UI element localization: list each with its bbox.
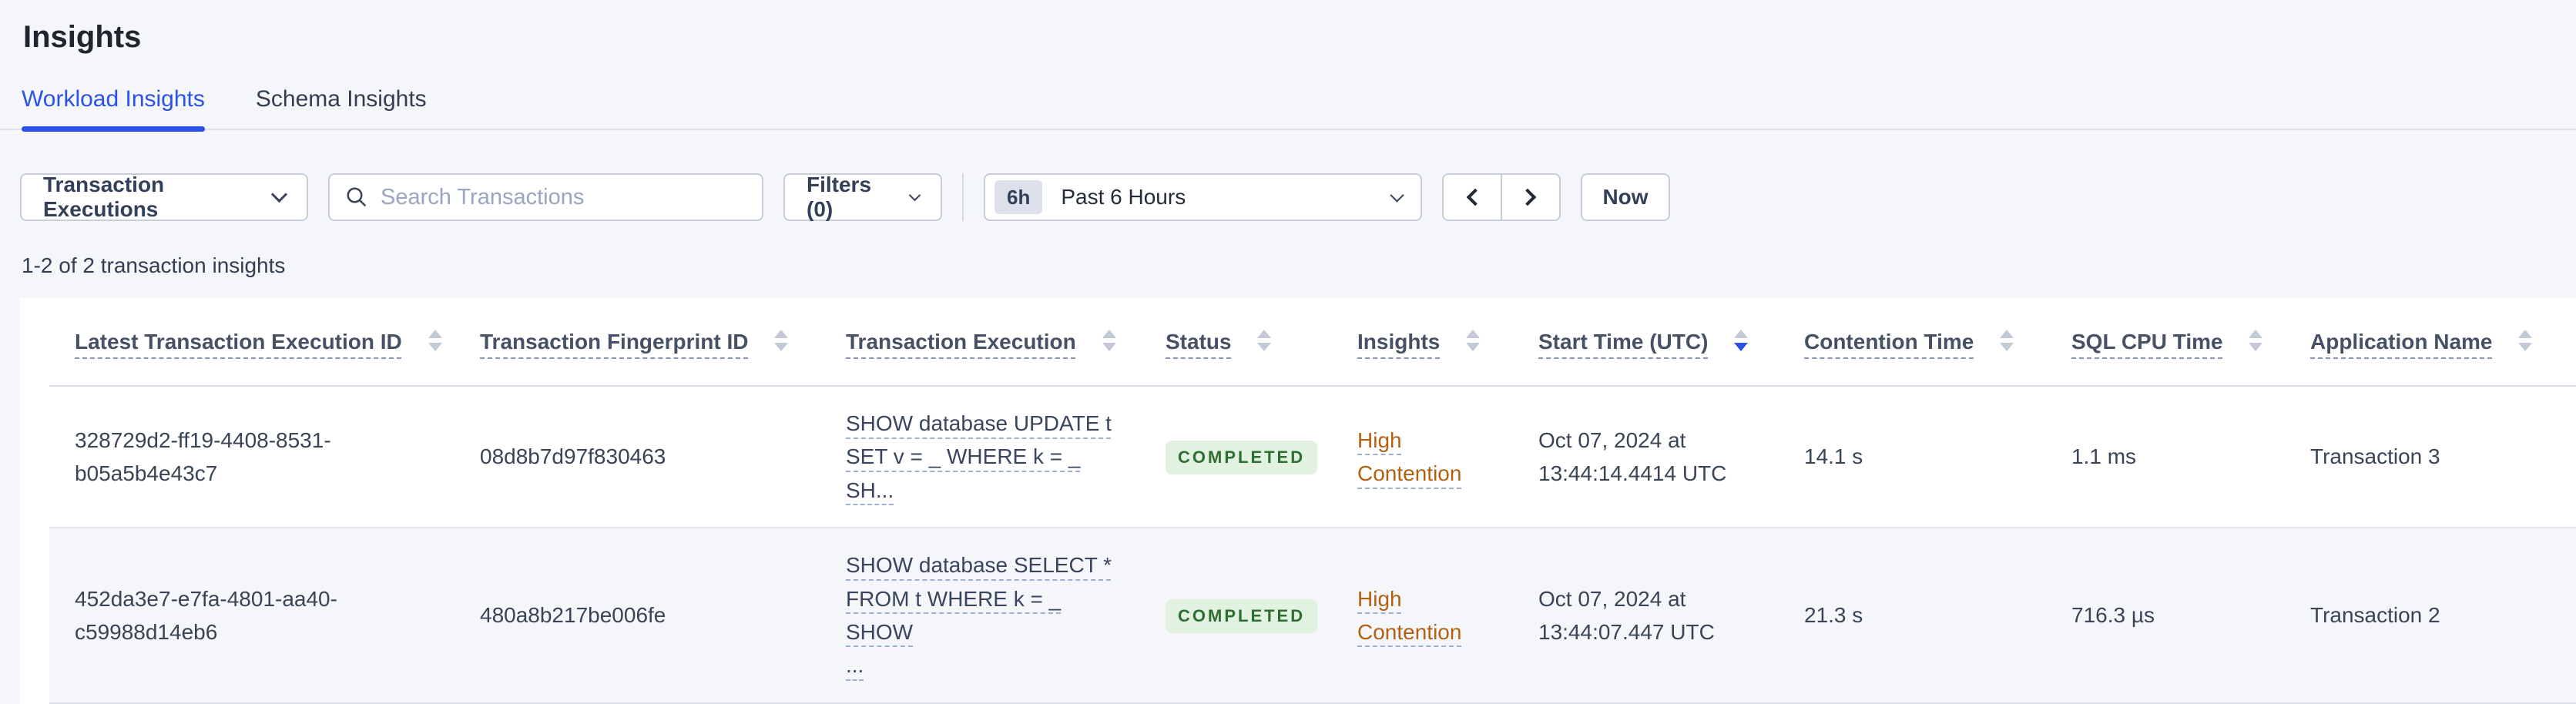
column-header-latest-execution-id[interactable]: Latest Transaction Execution ID [49,298,454,386]
fingerprint-id-cell: 480a8b217be006fe [480,603,666,628]
filters-button[interactable]: Filters (0) [783,173,942,221]
execution-statement-link[interactable]: SHOW database SELECT * FROM t WHERE k = … [846,553,1112,677]
start-time-cell: Oct 07, 2024 at 13:44:07.447 UTC [1538,586,1715,644]
sort-icon[interactable] [1734,330,1749,352]
time-pager [1442,173,1561,221]
sort-icon[interactable] [774,330,789,352]
time-range-badge: 6h [995,179,1043,215]
search-box[interactable] [328,173,763,221]
tab-bar: Workload Insights Schema Insights [0,86,2576,132]
execution-statement-link[interactable]: SHOW database UPDATE t SET v = _ WHERE k… [846,411,1112,502]
sort-icon[interactable] [1102,330,1116,352]
chevron-left-icon [1466,188,1484,206]
status-cell: COMPLETED [1140,386,1332,528]
insight-link[interactable]: High Contention [1357,428,1461,485]
chevron-down-icon [1390,187,1404,203]
column-header-sql-cpu-time[interactable]: SQL CPU Time [2046,298,2285,386]
tab-label: Schema Insights [255,86,427,112]
insights-page: Insights Workload Insights Schema Insigh… [0,18,2576,704]
chevron-down-icon [270,186,288,203]
sort-icon[interactable] [2249,330,2263,352]
sort-icon[interactable] [428,330,442,352]
search-input[interactable] [381,184,746,210]
column-header-status[interactable]: Status [1140,298,1332,386]
execution-id-cell: 452da3e7-e7fa-4801-aa40- c59988d14eb6 [75,586,337,644]
now-label: Now [1602,185,1649,209]
time-prev-button[interactable] [1442,173,1502,221]
execution-statement-cell: SHOW database SELECT * FROM t WHERE k = … [820,528,1140,703]
column-header-contention-time[interactable]: Contention Time [1779,298,2046,386]
results-summary: 1-2 of 2 transaction insights [22,253,286,277]
now-button[interactable]: Now [1581,173,1670,221]
application-name-cell: Transaction 3 [2310,444,2440,469]
toolbar: Transaction Executions Filters (0) 6h Pa… [20,173,2576,221]
status-badge: COMPLETED [1166,440,1318,475]
status-badge: COMPLETED [1166,598,1318,634]
column-header-insights[interactable]: Insights [1332,298,1513,386]
sql-cpu-time-cell: 716.3 µs [2071,603,2155,628]
search-icon [347,187,367,207]
time-range-picker[interactable]: 6h Past 6 Hours [984,173,1422,221]
contention-time-cell: 21.3 s [1804,603,1863,628]
sort-icon[interactable] [2000,330,2014,352]
insights-table-card: Latest Transaction Execution ID Transact… [20,298,2576,704]
execution-type-dropdown[interactable]: Transaction Executions [20,173,308,221]
sql-cpu-time-cell: 1.1 ms [2071,444,2137,469]
chevron-down-icon [908,189,921,202]
time-next-button[interactable] [1501,173,1561,221]
table-header-row: Latest Transaction Execution ID Transact… [49,298,2576,386]
tab-workload-insights[interactable]: Workload Insights [22,86,205,132]
execution-type-label: Transaction Executions [43,173,165,221]
toolbar-divider [962,173,964,221]
fingerprint-id-cell: 08d8b7d97f830463 [480,444,666,469]
time-range-label: Past 6 Hours [1061,185,1186,209]
execution-id-cell: 328729d2-ff19-4408-8531- b05a5b4e43c7 [75,427,331,486]
column-header-transaction-execution[interactable]: Transaction Execution [820,298,1140,386]
application-name-cell: Transaction 2 [2310,603,2440,628]
sort-icon[interactable] [2518,330,2533,352]
page-title: Insights [23,20,142,54]
contention-time-cell: 14.1 s [1804,444,1863,469]
table-row[interactable]: 452da3e7-e7fa-4801-aa40- c59988d14eb6 48… [49,528,2576,703]
start-time-cell: Oct 07, 2024 at 13:44:14.4414 UTC [1538,427,1727,486]
insight-link[interactable]: High Contention [1357,587,1461,644]
column-header-start-time[interactable]: Start Time (UTC) [1513,298,1779,386]
tab-schema-insights[interactable]: Schema Insights [256,86,427,129]
column-header-fingerprint-id[interactable]: Transaction Fingerprint ID [454,298,820,386]
table-row[interactable]: 328729d2-ff19-4408-8531- b05a5b4e43c7 08… [49,386,2576,528]
chevron-right-icon [1518,188,1537,206]
insights-cell: High Contention [1332,528,1513,703]
status-cell: COMPLETED [1140,528,1332,703]
execution-statement-cell: SHOW database UPDATE t SET v = _ WHERE k… [820,386,1140,528]
sort-icon[interactable] [1257,330,1272,352]
sort-icon[interactable] [1466,330,1481,352]
insights-table: Latest Transaction Execution ID Transact… [49,298,2576,704]
tab-label: Workload Insights [22,86,205,112]
column-header-application-name[interactable]: Application Name [2285,298,2576,386]
insights-cell: High Contention [1332,386,1513,528]
filters-label: Filters (0) [807,173,872,221]
